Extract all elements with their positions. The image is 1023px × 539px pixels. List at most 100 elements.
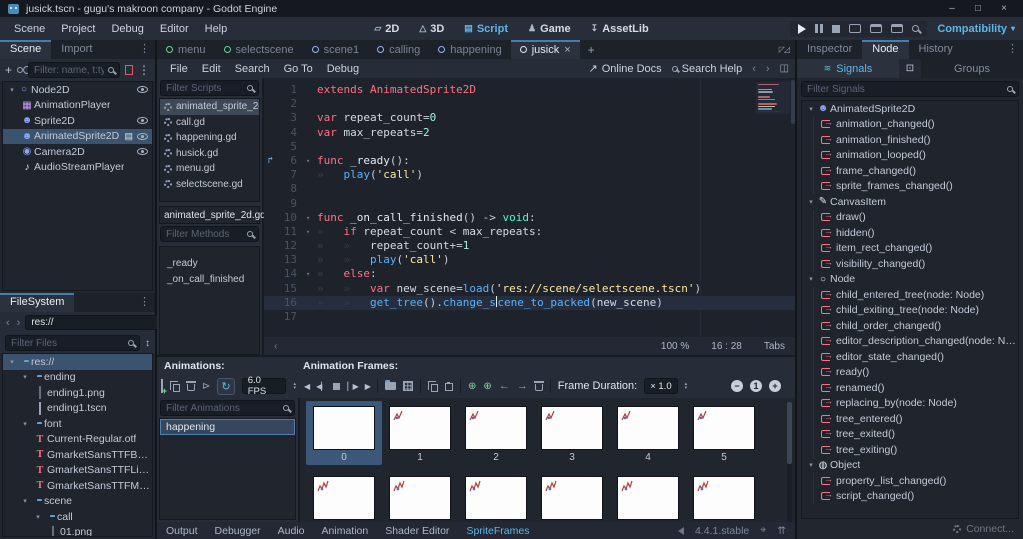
history-forward-icon[interactable]: › — [766, 63, 770, 75]
workspace-tab[interactable]: ♟ Game — [519, 21, 580, 37]
frame-cell[interactable] — [686, 471, 762, 521]
fps-down-icon[interactable]: ▾ — [293, 386, 296, 391]
file-row[interactable]: ▾ scene — [3, 494, 152, 510]
pin-bottom-panel-icon[interactable]: ⌖ — [760, 524, 766, 537]
frame-duration-field[interactable]: × 1.0 — [644, 378, 678, 394]
file-row[interactable]: ▾ font — [3, 416, 152, 432]
scene-tab[interactable]: selectscene — [215, 40, 303, 59]
pause-button[interactable] — [815, 24, 824, 33]
signal-row[interactable]: tree_entered() — [814, 411, 1018, 427]
frame-cell[interactable]: 0 — [306, 401, 382, 465]
collapse-arrow-icon[interactable]: ▾ — [806, 105, 816, 113]
expand-arrow-icon[interactable]: ▾ — [20, 420, 30, 428]
frame-cell[interactable] — [534, 471, 610, 521]
method-list-item[interactable]: _ready — [160, 255, 259, 271]
code-line[interactable]: 5 — [264, 140, 795, 154]
add-animation-button[interactable]: + — [161, 379, 167, 396]
code-line[interactable]: 2 — [264, 97, 795, 111]
signal-row[interactable]: property_list_changed() — [814, 473, 1018, 489]
file-row[interactable]: ▾ call — [3, 509, 152, 525]
scene-tree-menu-icon[interactable]: ⋮ — [138, 63, 150, 77]
frame-cell[interactable]: 1 — [382, 401, 458, 465]
dock-menu-icon[interactable]: ⋮ — [134, 40, 155, 59]
workspace-tab[interactable]: ▤ Script — [455, 21, 517, 37]
minimize-button[interactable]: – — [941, 3, 963, 14]
workspace-tab[interactable]: ▱ 2D — [365, 21, 408, 37]
code-area[interactable]: 1 extends AnimatedSprite2D 2 3 var repea… — [264, 78, 795, 337]
code-line[interactable]: 11 ▾ » if repeat_count < max_repeats: — [264, 225, 795, 239]
filter-animations-input[interactable] — [160, 400, 295, 416]
fps-field[interactable]: 6.0 FPS — [241, 375, 287, 397]
code-minimap[interactable] — [756, 82, 790, 114]
history-back-icon[interactable]: ‹ — [752, 63, 756, 75]
script-list-item[interactable]: animated_sprite_2d.gd — [160, 99, 259, 115]
script-menu-item[interactable]: File — [163, 62, 195, 76]
code-line[interactable]: 17 — [264, 310, 795, 324]
new-tab-button[interactable]: + — [580, 40, 603, 59]
filesystem-menu-icon[interactable]: ⋮ — [134, 293, 155, 312]
duration-down-icon[interactable]: ▾ — [685, 386, 688, 391]
dock-tab[interactable]: Scene — [0, 40, 52, 59]
signal-category-row[interactable]: ▾ ○ Node — [802, 272, 1018, 288]
method-list-item[interactable]: _on_call_finished — [160, 271, 259, 287]
frame-cell[interactable] — [306, 471, 382, 521]
dock-tab[interactable]: Inspector — [797, 40, 862, 59]
code-line[interactable]: 9 — [264, 197, 795, 211]
fold-arrow-icon[interactable]: ▾ — [306, 270, 310, 278]
script-menu-item[interactable]: Search — [228, 62, 277, 76]
close-tab-icon[interactable]: × — [564, 44, 570, 56]
visibility-eye-icon[interactable] — [137, 132, 148, 140]
frame-cell[interactable] — [610, 471, 686, 521]
stop-animation-button[interactable] — [333, 382, 341, 390]
code-line[interactable]: 3 var repeat_count=0 — [264, 111, 795, 125]
expand-arrow-icon[interactable]: ▾ — [20, 497, 30, 505]
code-line[interactable]: 4 var max_repeats=2 — [264, 126, 795, 140]
stop-button[interactable] — [832, 24, 841, 33]
audio-mute-icon[interactable] — [677, 526, 684, 535]
close-button[interactable]: × — [993, 3, 1015, 14]
fold-arrow-icon[interactable]: ▾ — [306, 214, 310, 222]
signal-row[interactable]: editor_state_changed() — [814, 349, 1018, 365]
filter-signals-input[interactable] — [801, 81, 1019, 97]
code-line[interactable]: 8 — [264, 182, 795, 196]
zoom-in-button[interactable]: + — [769, 380, 781, 392]
scene-tab[interactable]: menu — [157, 40, 215, 59]
workspace-tab[interactable]: △ 3D — [410, 21, 453, 37]
play-scene-button[interactable] — [849, 24, 862, 33]
expand-arrow-icon[interactable]: ▾ — [20, 373, 30, 381]
frame-cell[interactable]: 4 — [610, 401, 686, 465]
collapse-arrow-icon[interactable]: ▾ — [806, 461, 816, 469]
menu-item[interactable]: Help — [197, 21, 236, 37]
code-line[interactable]: 15 » » var new_scene=load('res://scene/s… — [264, 282, 795, 296]
menu-item[interactable]: Debug — [103, 21, 151, 37]
expand-arrow-icon[interactable]: ▾ — [7, 86, 17, 94]
add-node-button[interactable]: + — [5, 63, 12, 77]
script-list-item[interactable]: selectscene.gd — [160, 177, 259, 193]
code-line[interactable]: 1 extends AnimatedSprite2D — [264, 83, 795, 97]
frame-cell[interactable]: 3 — [534, 401, 610, 465]
fold-arrow-icon[interactable]: ▾ — [306, 228, 310, 236]
code-line[interactable]: 12 » » repeat_count+=1 — [264, 239, 795, 253]
nav-back-icon[interactable]: ‹ — [4, 317, 12, 329]
signal-category-row[interactable]: ▾ ☻ AnimatedSprite2D — [802, 101, 1018, 117]
code-line[interactable]: 16 » » get_tree().change_s cene_to_packed… — [264, 295, 795, 310]
file-row[interactable]: ▾ ending — [3, 370, 152, 386]
script-list-item[interactable]: menu.gd — [160, 161, 259, 177]
script-menu-item[interactable]: Go To — [277, 62, 320, 76]
signal-row[interactable]: tree_exiting() — [814, 442, 1018, 458]
signal-row[interactable]: renamed() — [814, 380, 1018, 396]
file-row[interactable]: ▾ res:// — [3, 354, 152, 370]
filter-scripts-input[interactable] — [160, 80, 259, 96]
play-backwards-button[interactable]: ◀ — [304, 382, 310, 391]
dock-tab[interactable]: History — [909, 40, 963, 59]
script-menu-item[interactable]: Edit — [195, 62, 228, 76]
play-button[interactable] — [798, 23, 807, 34]
signal-row[interactable]: editor_description_changed(node: Node) — [814, 334, 1018, 350]
online-docs-button[interactable]: ↗ Online Docs — [589, 62, 662, 76]
remote-debug-button[interactable] — [912, 25, 920, 32]
scene-tab[interactable]: happening — [429, 40, 510, 59]
script-list-item[interactable]: happening.gd — [160, 130, 259, 146]
code-line[interactable]: 7 » play('call') — [264, 168, 795, 182]
collapse-arrow-icon[interactable]: ▾ — [806, 275, 816, 283]
path-field[interactable] — [25, 315, 170, 330]
